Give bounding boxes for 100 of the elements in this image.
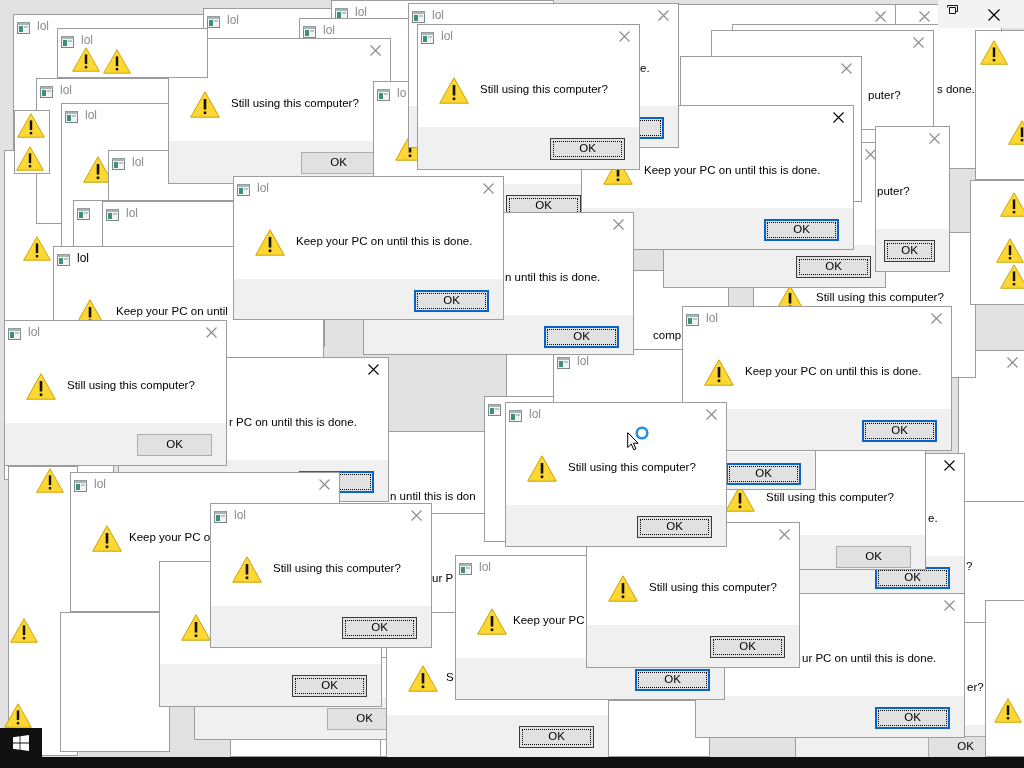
warning-icon — [72, 47, 100, 72]
ok-button[interactable]: OK — [519, 726, 594, 748]
message-text: Keep your PC on until — [116, 304, 228, 319]
warning-icon — [17, 113, 45, 138]
ok-button[interactable]: OK — [342, 617, 417, 639]
warning-icon — [4, 703, 32, 728]
message-text: Still using this computer? — [480, 82, 608, 97]
ok-button[interactable]: OK — [796, 256, 871, 278]
window-title: lol — [227, 12, 239, 28]
ok-button[interactable]: OK — [764, 219, 839, 241]
ok-button[interactable]: OK — [836, 546, 911, 568]
window-title: lol — [441, 28, 453, 44]
window-title: lol — [60, 82, 72, 98]
close-icon[interactable] — [833, 112, 844, 123]
message-text: e. — [928, 511, 938, 526]
ok-button[interactable]: OK — [710, 636, 785, 658]
app-icon — [557, 357, 570, 369]
warning-icon — [704, 359, 734, 386]
message-text: Still using this computer? — [816, 290, 944, 305]
app-icon — [412, 11, 425, 23]
message-text: Still using this computer? — [273, 561, 401, 576]
window-title: lol — [706, 310, 718, 326]
window-title: lol — [28, 324, 40, 340]
warning-icon — [23, 236, 51, 261]
app-icon — [65, 111, 78, 123]
window-title: lol — [94, 476, 106, 492]
warning-icon — [1000, 264, 1024, 289]
ok-button[interactable]: OK — [635, 669, 710, 691]
app-icon — [106, 209, 119, 221]
start-icon — [13, 734, 29, 751]
message-text: n until this is done. — [505, 270, 601, 285]
message-text: er? — [967, 680, 984, 695]
window-title: lol — [355, 4, 367, 20]
message-text: Still using this computer? — [568, 460, 696, 475]
message-text: e. — [640, 61, 650, 76]
app-icon — [61, 36, 74, 48]
start-button[interactable] — [0, 728, 42, 757]
app-icon — [112, 158, 125, 170]
app-icon — [74, 480, 87, 492]
ok-button[interactable]: OK — [550, 138, 625, 160]
message-text: puter? — [877, 184, 910, 199]
warning-icon — [92, 525, 122, 552]
warning-icon — [439, 77, 469, 104]
cursor-icon — [627, 432, 639, 451]
window-title: lol — [529, 406, 541, 422]
message-text: Still using this computer? — [231, 96, 359, 111]
restore-icon[interactable] — [947, 5, 958, 16]
app-icon — [509, 410, 522, 422]
ok-button[interactable]: OK — [726, 463, 801, 485]
ok-button[interactable]: OK — [637, 516, 712, 538]
ok-button[interactable]: OK — [544, 326, 619, 348]
warning-icon — [994, 698, 1022, 723]
warning-icon — [603, 170, 633, 185]
close-icon[interactable] — [988, 9, 1000, 21]
warning-icon — [408, 665, 438, 692]
message-text: ur PC on until this is done. — [802, 651, 937, 666]
message-text: Still using this computer? — [649, 580, 777, 595]
warning-icon — [477, 608, 507, 635]
warning-icon — [16, 146, 44, 171]
message-text: s done. — [937, 82, 975, 97]
app-icon — [57, 254, 70, 266]
message-text: comp — [653, 328, 682, 343]
window-title: lo — [397, 85, 407, 101]
warning-icon — [190, 91, 220, 118]
app-icon — [303, 26, 316, 38]
app-icon — [40, 86, 53, 98]
warning-icon — [181, 614, 211, 641]
message-text: r PC on until this is done. — [229, 415, 357, 430]
app-icon — [8, 328, 21, 340]
window-title: lol — [479, 559, 491, 575]
app-icon — [686, 314, 699, 326]
window-title: lol — [257, 180, 269, 196]
message-text: ur P — [432, 571, 454, 586]
window-title: lol — [132, 154, 144, 170]
close-icon[interactable] — [368, 364, 379, 375]
ok-button[interactable]: OK — [301, 152, 376, 174]
app-icon — [459, 563, 472, 575]
warning-icon — [36, 468, 64, 493]
window-title: lol — [77, 250, 89, 266]
app-icon — [488, 404, 501, 416]
warning-icon — [1000, 192, 1024, 217]
window-title: lol — [577, 353, 589, 369]
ok-button[interactable]: OK — [884, 240, 935, 262]
ok-button[interactable]: OK — [862, 420, 937, 442]
warning-icon — [996, 238, 1024, 263]
message-text: Still using this computer? — [67, 378, 195, 393]
message-text: Still using this computer? — [766, 490, 894, 505]
ok-button[interactable]: OK — [292, 675, 367, 697]
message-text: ? — [966, 559, 973, 574]
busy-icon — [635, 426, 649, 440]
window-title: lol — [432, 7, 444, 23]
warning-icon — [103, 49, 131, 74]
close-icon[interactable] — [944, 460, 955, 471]
window-title: lol — [85, 107, 97, 123]
ok-button[interactable]: OK — [414, 290, 489, 312]
ok-button[interactable]: OK — [137, 434, 212, 456]
window-title: lol — [323, 22, 335, 38]
warning-icon — [255, 229, 285, 256]
ok-button[interactable]: OK — [875, 707, 950, 729]
warning-icon — [232, 556, 262, 583]
